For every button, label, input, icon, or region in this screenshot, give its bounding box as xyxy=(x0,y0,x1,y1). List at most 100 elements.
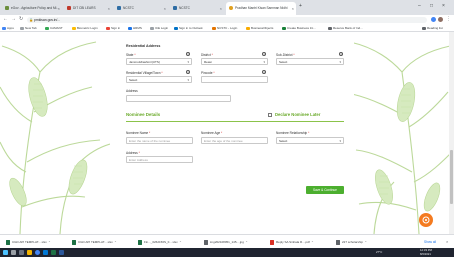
chevron-down-icon: ▾ xyxy=(187,60,189,64)
word-icon[interactable] xyxy=(59,250,64,255)
chrome-icon[interactable] xyxy=(35,250,40,255)
download-item[interactable]: CGD API TEMPLAT....xlsx ^ xyxy=(72,237,116,247)
tab-close-icon[interactable]: × xyxy=(108,2,110,15)
minimize-icon[interactable]: – xyxy=(418,3,421,9)
tab-close-icon[interactable]: × xyxy=(164,2,166,15)
pdf-file-icon xyxy=(270,240,274,245)
tab-close-icon[interactable]: × xyxy=(292,2,294,15)
chevron-down-icon: ▾ xyxy=(339,139,341,143)
nominee-address-input[interactable]: Enter Address xyxy=(126,156,193,163)
new-tab-icon[interactable]: + xyxy=(299,3,302,9)
page-scrollbar-thumb[interactable] xyxy=(450,150,453,204)
clock-date[interactable]: 8/6/2021 xyxy=(420,250,431,259)
bookmarks-bar: Apps New Tab CAMANT Biometric Login Sign… xyxy=(0,24,454,32)
info-icon[interactable]: i xyxy=(262,52,266,56)
close-downloads-icon[interactable]: × xyxy=(446,237,448,247)
bookmark-item[interactable]: Biometric Login xyxy=(72,24,98,32)
bookmark-apps[interactable]: Apps xyxy=(2,24,14,32)
windows-start-icon[interactable] xyxy=(3,250,8,255)
extension-icon[interactable] xyxy=(431,16,436,22)
tab-favicon-icon xyxy=(5,6,9,10)
os-taskbar: 27°C 12:33 PM 8/6/2021 xyxy=(0,248,454,257)
page-content: Residential Address State * i Jammu&Kash… xyxy=(0,32,454,234)
chevron-up-icon: ^ xyxy=(311,240,314,244)
reload-icon[interactable]: ↻ xyxy=(19,16,23,22)
tab-title: eGov - Agriculture Policy and Mi... xyxy=(11,6,60,10)
bookmark-item[interactable]: ICE Login xyxy=(150,24,168,32)
bookmark-item[interactable]: BusinessObjects xyxy=(246,24,273,32)
image-file-icon xyxy=(204,240,208,245)
declare-nominee-later-checkbox[interactable] xyxy=(268,113,272,117)
forward-icon[interactable]: → xyxy=(11,16,16,22)
bookmark-item[interactable]: NCSTC - Login xyxy=(212,24,237,32)
nominee-name-input[interactable]: Enter the name of the nominee xyxy=(126,137,193,144)
browser-tab-3[interactable]: NCSTC × xyxy=(114,2,168,15)
bookmark-favicon-icon xyxy=(150,26,154,30)
excel-file-icon xyxy=(138,240,142,245)
nominee-relationship-label: Nominee Relationship * xyxy=(276,131,310,135)
weather-text[interactable]: 27°C xyxy=(376,248,382,257)
tab-close-icon[interactable]: × xyxy=(58,2,60,15)
download-item[interactable]: img202108051_145....jpg ^ xyxy=(204,237,247,247)
help-fab-button[interactable] xyxy=(419,213,433,227)
download-item[interactable]: Reply SA Sinhala R....pdf ^ xyxy=(270,237,313,247)
bookmark-favicon-icon xyxy=(106,26,110,30)
tab-title: DIT CBI LEARS xyxy=(73,6,96,10)
menu-kebab-icon[interactable]: ⋮ xyxy=(446,16,451,22)
bookmark-favicon-icon xyxy=(328,26,332,30)
chevron-down-icon: ▾ xyxy=(339,60,341,64)
maximize-icon[interactable]: □ xyxy=(430,3,433,9)
info-icon[interactable]: i xyxy=(186,70,190,74)
tab-favicon-icon xyxy=(173,6,177,10)
pincode-input[interactable] xyxy=(201,76,268,83)
tab-close-icon[interactable]: × xyxy=(220,2,222,15)
profile-avatar-icon[interactable] xyxy=(438,16,443,22)
back-icon[interactable]: ← xyxy=(3,16,8,22)
nominee-relationship-select[interactable]: Select ▾ xyxy=(276,137,344,144)
bookmark-favicon-icon xyxy=(20,26,24,30)
browser-tab-4[interactable]: NCSTC × xyxy=(170,2,224,15)
reading-list[interactable]: Reading list xyxy=(422,24,443,32)
address-input[interactable] xyxy=(126,95,231,102)
nominee-age-label: Nominee Age * xyxy=(201,131,223,135)
bookmark-item[interactable]: Create Business Int... xyxy=(282,24,316,32)
browser-tab-1[interactable]: eGov - Agriculture Policy and Mi... × xyxy=(2,2,62,15)
save-continue-button[interactable]: Save & Continue xyxy=(306,186,344,194)
tab-title: NCSTC xyxy=(179,6,190,10)
download-item[interactable]: CGD API TEMPLAT....xlsx ^ xyxy=(6,237,50,247)
download-item[interactable]: 227 scholarship ^ xyxy=(336,237,366,247)
address-bar: ← → ↻ 🔒 pmkisan.gov.in/... ⋮ xyxy=(0,15,454,24)
window-close-icon[interactable]: × xyxy=(442,3,445,9)
info-icon[interactable]: i xyxy=(262,70,266,74)
tab-favicon-icon xyxy=(117,6,121,10)
nominee-age-input[interactable]: Enter the age of the nominee xyxy=(201,137,268,144)
bookmark-item[interactable]: HRMS xyxy=(128,24,142,32)
search-icon[interactable] xyxy=(11,250,16,255)
bookmark-item[interactable]: Reserve Bank of Ind... xyxy=(328,24,363,32)
sub-district-select[interactable]: Select ▾ xyxy=(276,58,344,65)
bookmark-item[interactable]: CAMANT xyxy=(45,24,63,32)
state-select[interactable]: Jammu&Kashmir(UTS) ▾ xyxy=(126,58,192,65)
file-explorer-icon[interactable] xyxy=(27,250,32,255)
bookmark-item[interactable]: Sign in xyxy=(106,24,120,32)
section-divider xyxy=(126,121,344,122)
info-icon[interactable]: i xyxy=(339,52,343,56)
district-select[interactable]: Reasi ▾ xyxy=(201,58,268,65)
chevron-up-icon: ^ xyxy=(114,240,117,244)
excel-file-icon xyxy=(6,240,10,245)
browser-tab-2[interactable]: DIT CBI LEARS × xyxy=(64,2,112,15)
excel-icon[interactable] xyxy=(51,250,56,255)
url-input[interactable]: 🔒 pmkisan.gov.in/... xyxy=(27,16,427,23)
tab-title: NCSTC xyxy=(123,6,134,10)
bookmark-item[interactable]: Sign in to Outlook xyxy=(174,24,203,32)
download-item[interactable]: Fin..._0262156S_F....xlsx ^ xyxy=(138,237,181,247)
url-text: pmkisan.gov.in/... xyxy=(34,17,61,22)
apps-grid-icon xyxy=(2,26,6,30)
village-select[interactable]: Select ▾ xyxy=(126,76,192,83)
corn-illustration-right xyxy=(344,32,454,234)
bookmark-item[interactable]: New Tab xyxy=(20,24,37,32)
browser-tab-active[interactable]: Pradhan Mantri Kisan Samman Nidhi × xyxy=(226,2,296,15)
outlook-icon[interactable] xyxy=(43,250,48,255)
task-view-icon[interactable] xyxy=(19,250,24,255)
info-icon[interactable]: i xyxy=(186,52,190,56)
